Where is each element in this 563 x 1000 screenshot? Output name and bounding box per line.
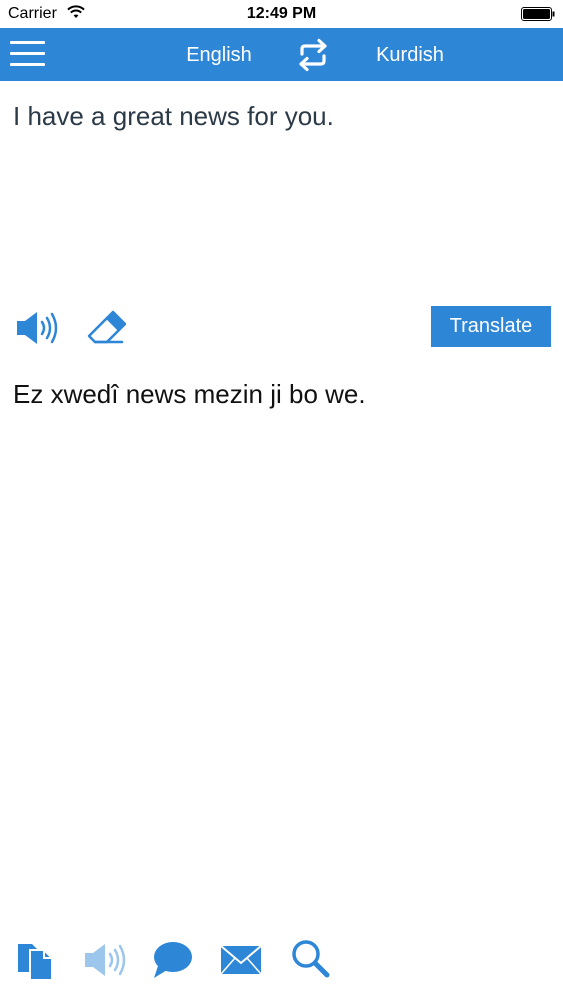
battery-icon: [521, 7, 555, 21]
bottom-toolbar: [0, 936, 563, 986]
hamburger-icon-line: [10, 52, 45, 55]
translation-output: Ez xwedî news mezin ji bo we.: [13, 379, 366, 409]
search-icon[interactable]: [288, 936, 334, 982]
hamburger-icon-line: [10, 63, 45, 66]
translator-screen: Carrier 12:49 PM English Kurdish I have …: [0, 0, 563, 1000]
eraser-icon[interactable]: [86, 308, 126, 348]
nav-bar: English Kurdish: [0, 28, 563, 81]
chat-bubble-icon[interactable]: [150, 936, 196, 982]
status-bar: Carrier 12:49 PM: [0, 0, 563, 28]
source-language-button[interactable]: English: [169, 44, 269, 67]
swap-languages-icon[interactable]: [296, 38, 330, 72]
copy-icon[interactable]: [12, 936, 58, 982]
speaker-icon[interactable]: [82, 936, 128, 982]
mail-icon[interactable]: [218, 936, 264, 982]
hamburger-icon-line: [10, 41, 45, 44]
speaker-icon[interactable]: [15, 308, 59, 348]
clock: 12:49 PM: [246, 5, 317, 22]
translate-button[interactable]: Translate: [431, 306, 551, 347]
target-language-button[interactable]: Kurdish: [358, 44, 462, 67]
menu-button[interactable]: [10, 40, 46, 68]
source-text-input[interactable]: I have a great news for you.: [13, 100, 550, 290]
